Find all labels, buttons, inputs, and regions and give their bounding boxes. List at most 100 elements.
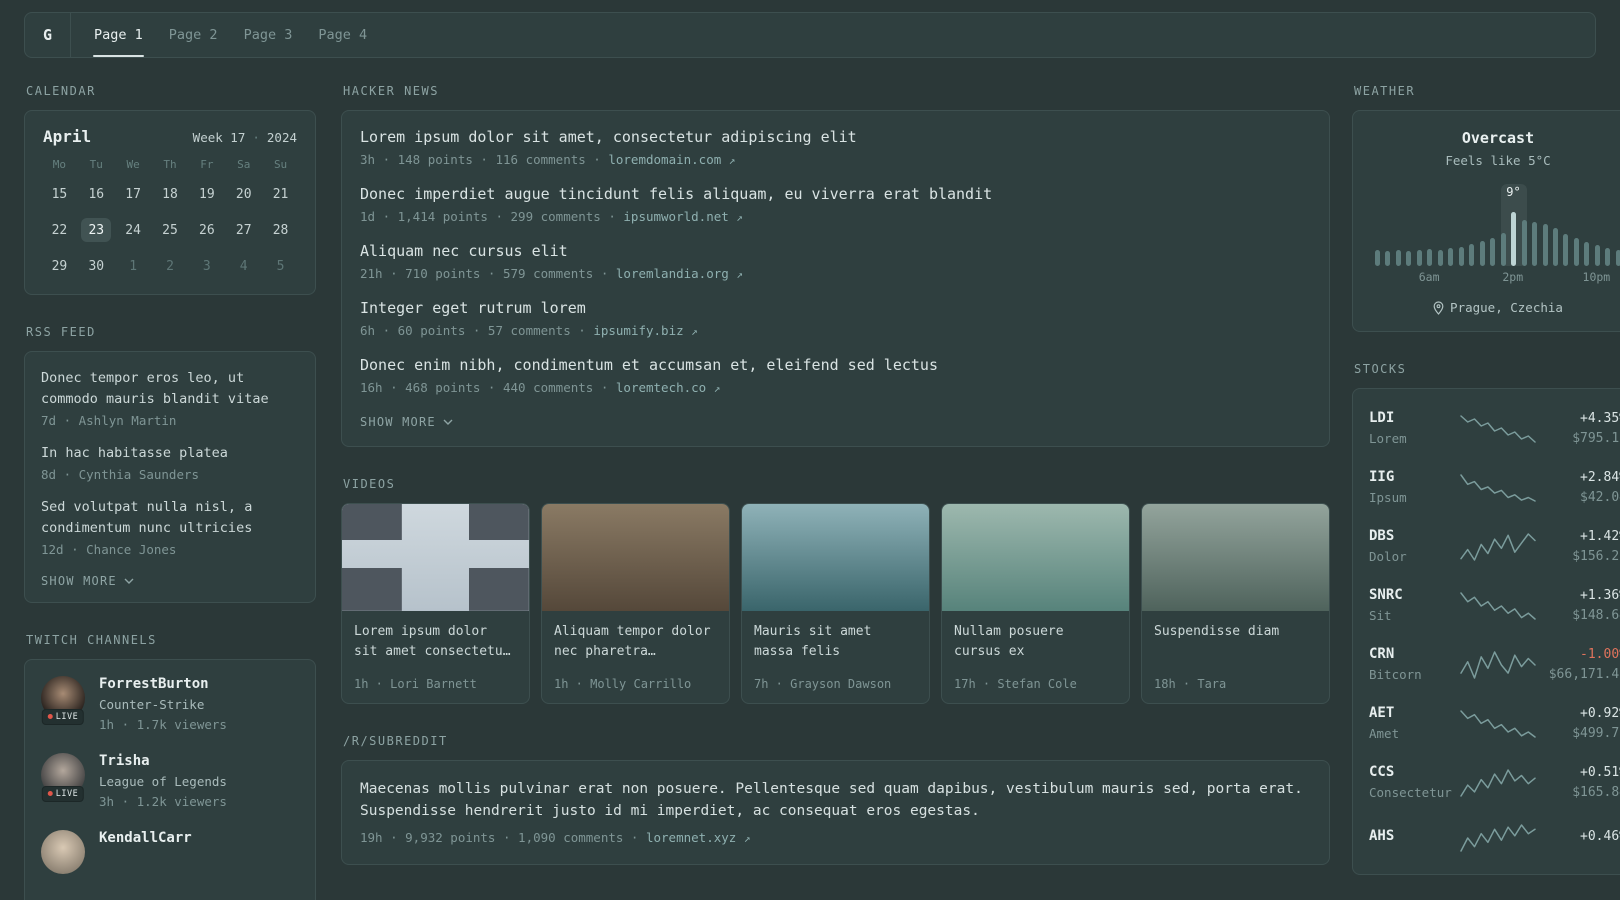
- calendar-day[interactable]: 26: [192, 218, 222, 242]
- stock-row[interactable]: SNRC Sit +1.36% $148.64: [1369, 576, 1620, 635]
- story-item[interactable]: Lorem ipsum dolor sit amet, consectetur …: [360, 128, 1311, 169]
- video-thumbnail[interactable]: [542, 504, 729, 611]
- stock-row[interactable]: CCS Consectetur +0.51% $165.84: [1369, 753, 1620, 812]
- video-thumbnail[interactable]: [342, 504, 529, 611]
- story-item[interactable]: Aliquam nec cursus elit 21h · 710 points…: [360, 242, 1311, 283]
- channel-game: League of Legends: [99, 773, 227, 789]
- stock-price: $795.18: [1572, 431, 1620, 446]
- calendar-day[interactable]: 29: [44, 254, 74, 278]
- calendar-day[interactable]: 23: [81, 218, 112, 242]
- calendar-day[interactable]: 15: [44, 182, 74, 206]
- channel-name[interactable]: ForrestBurton: [99, 676, 227, 693]
- story-domain-link[interactable]: ipsumworld.net ↗: [623, 209, 743, 224]
- video-card[interactable]: Lorem ipsum dolor sit amet consectetu… 1…: [341, 503, 530, 704]
- story-title[interactable]: Aliquam nec cursus elit: [360, 242, 1311, 261]
- video-thumbnail[interactable]: [1142, 504, 1329, 611]
- calendar-day[interactable]: 16: [81, 182, 111, 206]
- calendar-day[interactable]: 20: [229, 182, 259, 206]
- nav-tab[interactable]: Page 2: [156, 13, 231, 57]
- calendar-day[interactable]: 22: [44, 218, 74, 242]
- video-title[interactable]: Suspendisse diam: [1154, 622, 1317, 642]
- nav-tab[interactable]: Page 3: [231, 13, 306, 57]
- stock-row[interactable]: IIG Ipsum +2.84% $42.04: [1369, 458, 1620, 517]
- calendar-day[interactable]: 19: [192, 182, 222, 206]
- rss-item-title[interactable]: Sed volutpat nulla nisl, a condimentum n…: [41, 497, 299, 539]
- calendar-weekday: Tu: [89, 158, 103, 171]
- weather-chart: 9°: [1375, 184, 1620, 266]
- show-more-button[interactable]: SHOW MORE: [41, 572, 134, 590]
- nav-tab[interactable]: Page 4: [305, 13, 380, 57]
- calendar-day[interactable]: 18: [155, 182, 185, 206]
- calendar-day[interactable]: 1: [118, 254, 148, 278]
- calendar-day[interactable]: 4: [229, 254, 259, 278]
- stock-symbol: IIG: [1369, 469, 1395, 485]
- avatar: LIVE: [41, 829, 85, 874]
- live-dot-icon: [47, 791, 53, 797]
- video-meta: 1h · Molly Carrillo: [554, 677, 692, 691]
- weather-location[interactable]: Prague, Czechia: [1373, 300, 1620, 315]
- story-domain-link[interactable]: loremdomain.com ↗: [608, 152, 735, 167]
- stock-row[interactable]: DBS Dolor +1.42% $156.28: [1369, 517, 1620, 576]
- calendar-month: April: [43, 127, 92, 146]
- video-title[interactable]: Mauris sit amet massa felis: [754, 622, 917, 662]
- calendar-day[interactable]: 3: [192, 254, 222, 278]
- calendar-day[interactable]: 17: [118, 182, 148, 206]
- stock-row[interactable]: AHS +0.46%: [1369, 812, 1620, 864]
- channel-name[interactable]: KendallCarr: [99, 830, 192, 847]
- story-title[interactable]: Lorem ipsum dolor sit amet, consectetur …: [360, 128, 1311, 147]
- calendar-day[interactable]: 30: [81, 254, 111, 278]
- rss-item-title[interactable]: Donec tempor eros leo, ut commodo mauris…: [41, 368, 299, 410]
- story-item[interactable]: Donec enim nibh, condimentum et accumsan…: [360, 356, 1311, 397]
- story-domain-link[interactable]: loremtech.co ↗: [616, 380, 720, 395]
- video-title[interactable]: Nullam posuere cursus ex: [954, 622, 1117, 662]
- story-item[interactable]: Donec imperdiet augue tincidunt felis al…: [360, 185, 1311, 226]
- nav-tab[interactable]: Page 1: [81, 13, 156, 57]
- video-title[interactable]: Lorem ipsum dolor sit amet consectetu…: [354, 622, 517, 662]
- channel-info: Trisha League of Legends 3h · 1.2k viewe…: [99, 753, 227, 810]
- twitch-channel[interactable]: LIVE KendallCarr: [41, 829, 299, 874]
- stock-sparkline: [1460, 591, 1536, 620]
- stock-row[interactable]: LDI Lorem +4.35% $795.18: [1369, 399, 1620, 458]
- calendar-week-year: Week 17 · 2024: [193, 130, 297, 145]
- app-logo[interactable]: G: [25, 13, 71, 57]
- video-thumbnail[interactable]: [742, 504, 929, 611]
- weather-widget: WEATHER Overcast Feels like 5°C 9° 6am 2p…: [1352, 84, 1620, 332]
- video-card[interactable]: Mauris sit amet massa felis 7h · Grayson…: [741, 503, 930, 704]
- calendar-day[interactable]: 28: [266, 218, 296, 242]
- post-title[interactable]: Maecenas mollis pulvinar erat non posuer…: [360, 778, 1311, 823]
- show-more-button[interactable]: SHOW MORE: [360, 413, 453, 431]
- stock-row[interactable]: CRN Bitcorn -1.00% $66,171.48: [1369, 635, 1620, 694]
- video-thumbnail[interactable]: [942, 504, 1129, 611]
- story-title[interactable]: Integer eget rutrum lorem: [360, 299, 1311, 318]
- calendar-day[interactable]: 5: [266, 254, 296, 278]
- stock-change: +1.36%: [1580, 588, 1620, 603]
- video-card[interactable]: Nullam posuere cursus ex 17h · Stefan Co…: [941, 503, 1130, 704]
- stock-change: -1.00%: [1580, 647, 1620, 662]
- twitch-channel[interactable]: LIVE ForrestBurton Counter-Strike 1h · 1…: [41, 675, 299, 733]
- video-card[interactable]: Suspendisse diam 18h · Tara: [1141, 503, 1330, 704]
- story-meta: 3h · 148 points · 116 comments · loremdo…: [360, 152, 1311, 169]
- post-domain-link[interactable]: loremnet.xyz ↗: [646, 830, 750, 845]
- video-card[interactable]: Aliquam tempor dolor nec pharetra… 1h · …: [541, 503, 730, 704]
- twitch-channel[interactable]: LIVE Trisha League of Legends 3h · 1.2k …: [41, 752, 299, 810]
- calendar-day[interactable]: 21: [266, 182, 296, 206]
- rss-item[interactable]: Sed volutpat nulla nisl, a condimentum n…: [41, 497, 299, 557]
- story-domain-link[interactable]: loremlandia.org ↗: [616, 266, 743, 281]
- story-item[interactable]: Integer eget rutrum lorem 6h · 60 points…: [360, 299, 1311, 340]
- chevron-down-icon: [124, 578, 134, 584]
- story-domain-link[interactable]: ipsumify.biz ↗: [593, 323, 697, 338]
- channel-name[interactable]: Trisha: [99, 753, 227, 770]
- rss-widget-title: RSS FEED: [26, 325, 96, 339]
- post-item[interactable]: Maecenas mollis pulvinar erat non posuer…: [360, 778, 1311, 847]
- story-title[interactable]: Donec enim nibh, condimentum et accumsan…: [360, 356, 1311, 375]
- calendar-day[interactable]: 25: [155, 218, 185, 242]
- video-title[interactable]: Aliquam tempor dolor nec pharetra…: [554, 622, 717, 662]
- calendar-day[interactable]: 24: [118, 218, 148, 242]
- rss-item-title[interactable]: In hac habitasse platea: [41, 443, 299, 464]
- calendar-day[interactable]: 2: [155, 254, 185, 278]
- rss-item[interactable]: Donec tempor eros leo, ut commodo mauris…: [41, 368, 299, 428]
- stock-row[interactable]: AET Amet +0.92% $499.72: [1369, 694, 1620, 753]
- calendar-day[interactable]: 27: [229, 218, 259, 242]
- rss-item[interactable]: In hac habitasse platea 8d · Cynthia Sau…: [41, 443, 299, 482]
- story-title[interactable]: Donec imperdiet augue tincidunt felis al…: [360, 185, 1311, 204]
